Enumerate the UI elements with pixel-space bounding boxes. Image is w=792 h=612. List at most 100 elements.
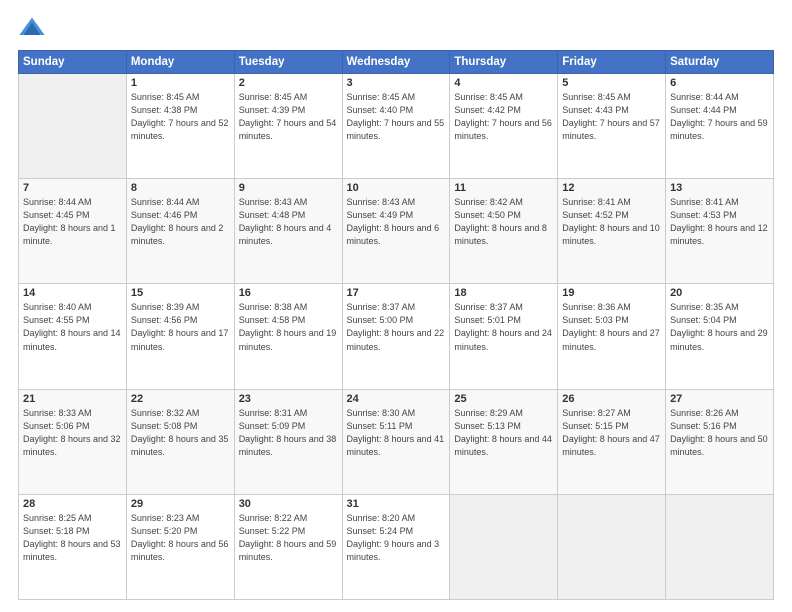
day-info: Sunrise: 8:44 AMSunset: 4:46 PMDaylight:… — [131, 196, 230, 248]
logo — [18, 18, 50, 42]
calendar-header-friday: Friday — [558, 51, 666, 74]
day-number: 2 — [239, 77, 338, 89]
day-info: Sunrise: 8:45 AMSunset: 4:43 PMDaylight:… — [562, 91, 661, 143]
calendar-cell: 15 Sunrise: 8:39 AMSunset: 4:56 PMDayligh… — [126, 284, 234, 389]
day-info: Sunrise: 8:20 AMSunset: 5:24 PMDaylight:… — [347, 512, 446, 564]
day-number: 24 — [347, 393, 446, 405]
day-number: 27 — [670, 393, 769, 405]
day-number: 10 — [347, 182, 446, 194]
calendar-cell: 4Sunrise: 8:45 AMSunset: 4:42 PMDaylight… — [450, 74, 558, 179]
day-number: 9 — [239, 182, 338, 194]
day-number: 20 — [670, 287, 769, 299]
day-info: Sunrise: 8:29 AMSunset: 5:13 PMDaylight:… — [454, 407, 553, 459]
day-info: Sunrise: 8:43 AMSunset: 4:49 PMDaylight:… — [347, 196, 446, 248]
calendar-header-saturday: Saturday — [666, 51, 774, 74]
day-info: Sunrise: 8:25 AMSunset: 5:18 PMDaylight:… — [23, 512, 122, 564]
calendar-cell: 30Sunrise: 8:22 AMSunset: 5:22 PMDayligh… — [234, 494, 342, 599]
calendar-cell: 9 Sunrise: 8:43 AMSunset: 4:48 PMDaylight… — [234, 179, 342, 284]
day-info: Sunrise: 8:22 AMSunset: 5:22 PMDaylight:… — [239, 512, 338, 564]
day-number: 26 — [562, 393, 661, 405]
header — [18, 18, 774, 42]
day-number: 21 — [23, 393, 122, 405]
calendar-cell: 12Sunrise: 8:41 AMSunset: 4:52 PMDayligh… — [558, 179, 666, 284]
day-info: Sunrise: 8:37 AMSunset: 5:00 PMDaylight:… — [347, 301, 446, 353]
day-number: 6 — [670, 77, 769, 89]
calendar-cell: 21 Sunrise: 8:33 AMSunset: 5:06 PMDayligh… — [19, 389, 127, 494]
day-info: Sunrise: 8:23 AMSunset: 5:20 PMDaylight:… — [131, 512, 230, 564]
day-info: Sunrise: 8:43 AMSunset: 4:48 PMDaylight:… — [239, 196, 338, 248]
calendar-cell: 19 Sunrise: 8:36 AMSunset: 5:03 PMDayligh… — [558, 284, 666, 389]
day-info: Sunrise: 8:41 AMSunset: 4:53 PMDaylight:… — [670, 196, 769, 248]
day-info: Sunrise: 8:32 AMSunset: 5:08 PMDaylight:… — [131, 407, 230, 459]
calendar-cell: 22 Sunrise: 8:32 AMSunset: 5:08 PMDayligh… — [126, 389, 234, 494]
calendar-week-row: 14 Sunrise: 8:40 AMSunset: 4:55 PMDayligh… — [19, 284, 774, 389]
calendar-table: SundayMondayTuesdayWednesdayThursdayFrid… — [18, 50, 774, 600]
day-info: Sunrise: 8:36 AMSunset: 5:03 PMDaylight:… — [562, 301, 661, 353]
calendar-header-row: SundayMondayTuesdayWednesdayThursdayFrid… — [19, 51, 774, 74]
day-number: 31 — [347, 498, 446, 510]
calendar-cell: 20 Sunrise: 8:35 AMSunset: 5:04 PMDayligh… — [666, 284, 774, 389]
day-number: 15 — [131, 287, 230, 299]
day-number: 17 — [347, 287, 446, 299]
day-info: Sunrise: 8:33 AMSunset: 5:06 PMDaylight:… — [23, 407, 122, 459]
calendar-cell: 29 Sunrise: 8:23 AMSunset: 5:20 PMDayligh… — [126, 494, 234, 599]
day-number: 5 — [562, 77, 661, 89]
calendar-cell: 5 Sunrise: 8:45 AMSunset: 4:43 PMDaylight… — [558, 74, 666, 179]
day-number: 25 — [454, 393, 553, 405]
calendar-header-monday: Monday — [126, 51, 234, 74]
calendar-cell: 6 Sunrise: 8:44 AMSunset: 4:44 PMDaylight… — [666, 74, 774, 179]
day-info: Sunrise: 8:40 AMSunset: 4:55 PMDaylight:… — [23, 301, 122, 353]
calendar-week-row: 7 Sunrise: 8:44 AMSunset: 4:45 PMDaylight… — [19, 179, 774, 284]
calendar-header-tuesday: Tuesday — [234, 51, 342, 74]
calendar-cell: 18Sunrise: 8:37 AMSunset: 5:01 PMDayligh… — [450, 284, 558, 389]
day-info: Sunrise: 8:44 AMSunset: 4:44 PMDaylight:… — [670, 91, 769, 143]
day-number: 22 — [131, 393, 230, 405]
calendar-week-row: 1Sunrise: 8:45 AMSunset: 4:38 PMDaylight… — [19, 74, 774, 179]
day-info: Sunrise: 8:27 AMSunset: 5:15 PMDaylight:… — [562, 407, 661, 459]
calendar-cell — [450, 494, 558, 599]
day-number: 7 — [23, 182, 122, 194]
calendar-week-row: 21 Sunrise: 8:33 AMSunset: 5:06 PMDayligh… — [19, 389, 774, 494]
calendar-cell: 28 Sunrise: 8:25 AMSunset: 5:18 PMDayligh… — [19, 494, 127, 599]
calendar-cell — [666, 494, 774, 599]
calendar-header-thursday: Thursday — [450, 51, 558, 74]
day-info: Sunrise: 8:45 AMSunset: 4:42 PMDaylight:… — [454, 91, 553, 143]
day-info: Sunrise: 8:35 AMSunset: 5:04 PMDaylight:… — [670, 301, 769, 353]
calendar-cell: 25 Sunrise: 8:29 AMSunset: 5:13 PMDayligh… — [450, 389, 558, 494]
calendar-cell: 26 Sunrise: 8:27 AMSunset: 5:15 PMDayligh… — [558, 389, 666, 494]
day-info: Sunrise: 8:45 AMSunset: 4:39 PMDaylight:… — [239, 91, 338, 143]
calendar-cell: 13 Sunrise: 8:41 AMSunset: 4:53 PMDayligh… — [666, 179, 774, 284]
calendar-header-sunday: Sunday — [19, 51, 127, 74]
calendar-cell: 2 Sunrise: 8:45 AMSunset: 4:39 PMDaylight… — [234, 74, 342, 179]
day-info: Sunrise: 8:41 AMSunset: 4:52 PMDaylight:… — [562, 196, 661, 248]
day-info: Sunrise: 8:45 AMSunset: 4:40 PMDaylight:… — [347, 91, 446, 143]
calendar-cell: 24 Sunrise: 8:30 AMSunset: 5:11 PMDayligh… — [342, 389, 450, 494]
calendar-cell: 3Sunrise: 8:45 AMSunset: 4:40 PMDaylight… — [342, 74, 450, 179]
day-number: 18 — [454, 287, 553, 299]
calendar-cell — [558, 494, 666, 599]
calendar-cell: 8Sunrise: 8:44 AMSunset: 4:46 PMDaylight… — [126, 179, 234, 284]
day-info: Sunrise: 8:38 AMSunset: 4:58 PMDaylight:… — [239, 301, 338, 353]
calendar-cell: 27 Sunrise: 8:26 AMSunset: 5:16 PMDayligh… — [666, 389, 774, 494]
day-number: 13 — [670, 182, 769, 194]
day-info: Sunrise: 8:31 AMSunset: 5:09 PMDaylight:… — [239, 407, 338, 459]
page: SundayMondayTuesdayWednesdayThursdayFrid… — [0, 0, 792, 612]
day-number: 23 — [239, 393, 338, 405]
calendar-cell: 14 Sunrise: 8:40 AMSunset: 4:55 PMDayligh… — [19, 284, 127, 389]
day-number: 19 — [562, 287, 661, 299]
day-info: Sunrise: 8:30 AMSunset: 5:11 PMDaylight:… — [347, 407, 446, 459]
day-number: 28 — [23, 498, 122, 510]
day-info: Sunrise: 8:44 AMSunset: 4:45 PMDaylight:… — [23, 196, 122, 248]
calendar-header-wednesday: Wednesday — [342, 51, 450, 74]
calendar-cell: 17 Sunrise: 8:37 AMSunset: 5:00 PMDayligh… — [342, 284, 450, 389]
day-number: 29 — [131, 498, 230, 510]
logo-icon — [18, 14, 46, 42]
calendar-cell: 7 Sunrise: 8:44 AMSunset: 4:45 PMDaylight… — [19, 179, 127, 284]
day-number: 16 — [239, 287, 338, 299]
day-number: 14 — [23, 287, 122, 299]
day-info: Sunrise: 8:26 AMSunset: 5:16 PMDaylight:… — [670, 407, 769, 459]
calendar-cell: 10 Sunrise: 8:43 AMSunset: 4:49 PMDayligh… — [342, 179, 450, 284]
calendar-cell: 11Sunrise: 8:42 AMSunset: 4:50 PMDayligh… — [450, 179, 558, 284]
calendar-week-row: 28 Sunrise: 8:25 AMSunset: 5:18 PMDayligh… — [19, 494, 774, 599]
day-info: Sunrise: 8:39 AMSunset: 4:56 PMDaylight:… — [131, 301, 230, 353]
